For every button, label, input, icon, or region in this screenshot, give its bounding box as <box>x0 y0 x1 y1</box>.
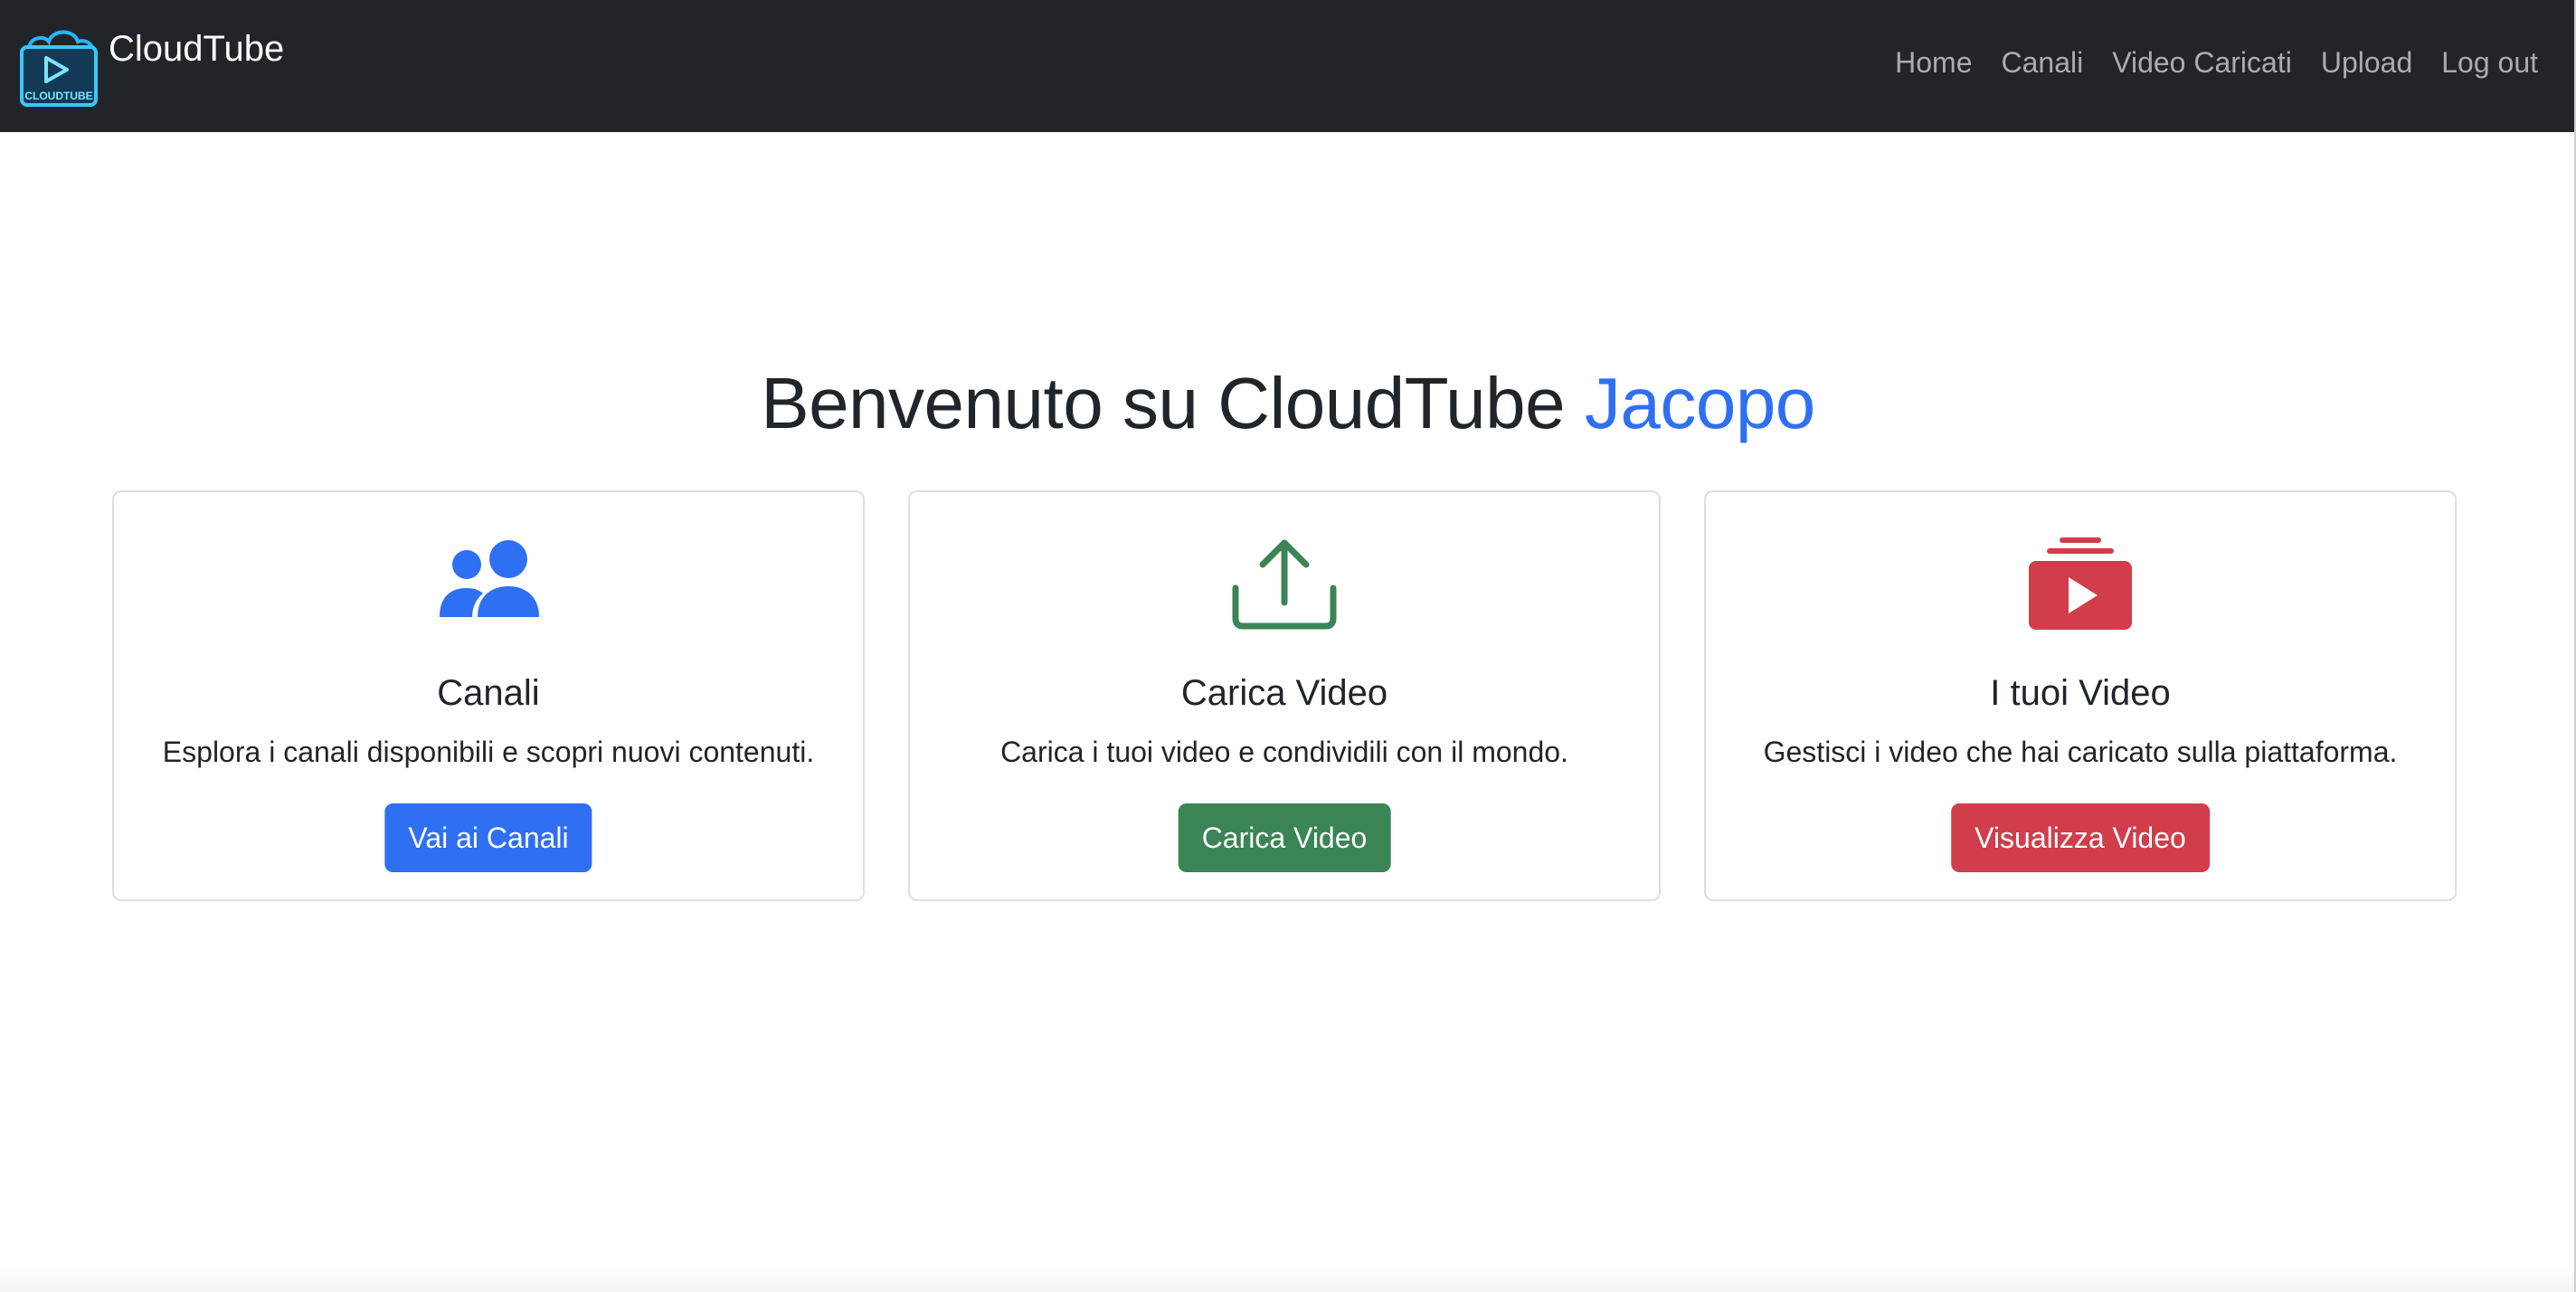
feature-cards: Canali Esplora i canali disponibili e sc… <box>112 490 2457 901</box>
users-icon <box>440 540 539 617</box>
card-icon-wrapper <box>114 537 863 635</box>
card-title: I tuoi Video <box>1990 673 2171 713</box>
welcome-heading: Benvenuto su CloudTube Jacopo <box>0 360 2576 447</box>
card-canali: Canali Esplora i canali disponibili e sc… <box>112 490 865 901</box>
upload-icon <box>1232 539 1337 630</box>
brand-name[interactable]: CloudTube <box>109 27 284 71</box>
go-to-channels-button[interactable]: Vai ai Canali <box>384 803 592 872</box>
upload-video-button[interactable]: Carica Video <box>1178 803 1391 872</box>
view-videos-button[interactable]: Visualizza Video <box>1951 803 2210 872</box>
nav-link-logout[interactable]: Log out <box>2441 45 2538 80</box>
card-icon-wrapper <box>1706 537 2455 635</box>
card-title: Canali <box>437 673 540 713</box>
welcome-username: Jacopo <box>1584 363 1815 443</box>
card-icon-wrapper <box>910 537 1659 635</box>
brand[interactable]: CLOUDTUBE CloudTube <box>16 24 284 109</box>
app-root: CLOUDTUBE CloudTube Home Canali Video Ca… <box>0 0 2576 1292</box>
card-description: Carica i tuoi video e condividili con il… <box>1000 736 1568 768</box>
nav-link-upload[interactable]: Upload <box>2321 45 2412 80</box>
nav-links: Home Canali Video Caricati Upload Log ou… <box>1895 45 2538 80</box>
bottom-shade <box>0 1267 2574 1292</box>
cloudtube-logo-icon: CLOUDTUBE <box>20 30 98 107</box>
card-description: Gestisci i video che hai caricato sulla … <box>1763 736 2398 768</box>
card-i-tuoi-video: I tuoi Video Gestisci i video che hai ca… <box>1704 490 2457 901</box>
card-description: Esplora i canali disponibili e scopri nu… <box>162 736 815 768</box>
nav-link-home[interactable]: Home <box>1895 45 1972 80</box>
card-carica-video: Carica Video Carica i tuoi video e condi… <box>908 490 1661 901</box>
nav-link-canali[interactable]: Canali <box>2001 45 2083 80</box>
logo-text: CLOUDTUBE <box>24 90 92 102</box>
video-collection-icon <box>2029 537 2132 630</box>
nav-link-video-caricati[interactable]: Video Caricati <box>2112 45 2292 80</box>
welcome-prefix: Benvenuto su CloudTube <box>761 363 1566 443</box>
top-navbar: CLOUDTUBE CloudTube Home Canali Video Ca… <box>0 0 2574 132</box>
card-title: Carica Video <box>1180 673 1388 713</box>
